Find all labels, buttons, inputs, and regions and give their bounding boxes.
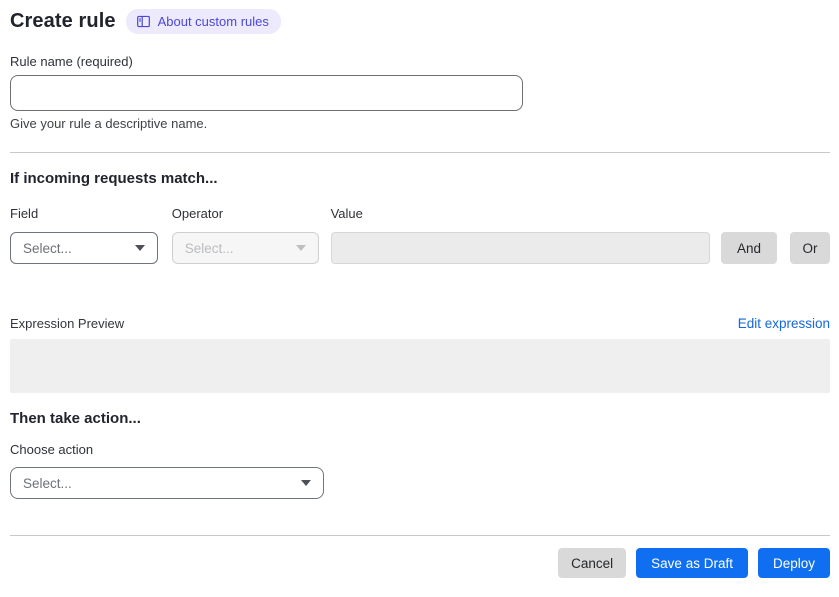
and-button[interactable]: And — [721, 232, 777, 264]
section-divider — [10, 152, 830, 153]
rule-name-section: Rule name (required) Give your rule a de… — [10, 54, 830, 131]
chevron-down-icon — [295, 245, 306, 251]
match-section-heading: If incoming requests match... — [10, 170, 218, 187]
about-custom-rules-label: About custom rules — [157, 13, 269, 29]
book-icon — [136, 14, 151, 29]
footer-divider — [10, 535, 830, 536]
field-select-placeholder: Select... — [23, 240, 72, 256]
action-select[interactable]: Select... — [10, 467, 324, 499]
or-button[interactable]: Or — [790, 232, 830, 264]
operator-column: Operator Select... — [171, 206, 319, 264]
expression-preview-header: Expression Preview Edit expression — [10, 316, 830, 331]
action-section-heading: Then take action... — [10, 410, 141, 427]
connector-buttons: And Or — [721, 232, 830, 264]
operator-select-placeholder: Select... — [184, 240, 234, 256]
expression-preview-box — [10, 339, 830, 393]
field-label: Field — [10, 206, 39, 221]
field-select[interactable]: Select... — [10, 232, 158, 264]
chevron-down-icon — [301, 480, 311, 486]
cancel-button[interactable]: Cancel — [558, 548, 627, 578]
choose-action-label: Choose action — [10, 442, 94, 457]
edit-expression-link[interactable]: Edit expression — [738, 316, 830, 331]
chevron-down-icon — [134, 245, 145, 251]
field-column: Field Select... — [10, 206, 158, 264]
operator-select: Select... — [171, 232, 319, 264]
value-column: Value — [330, 206, 710, 264]
expression-preview-label: Expression Preview — [10, 316, 125, 331]
match-controls-row: Field Select... Operator Select... Value… — [10, 206, 830, 264]
deploy-button[interactable]: Deploy — [757, 548, 830, 578]
rule-name-helper: Give your rule a descriptive name. — [10, 116, 208, 131]
footer-actions: Cancel Save as Draft Deploy — [10, 548, 830, 578]
page-title: Create rule — [10, 9, 116, 32]
rule-name-input[interactable] — [10, 75, 523, 111]
about-custom-rules-badge[interactable]: About custom rules — [125, 8, 281, 34]
value-label: Value — [330, 206, 363, 221]
operator-label: Operator — [171, 206, 224, 221]
rule-name-label: Rule name (required) — [10, 54, 133, 69]
action-select-placeholder: Select... — [23, 475, 72, 491]
value-input — [330, 232, 710, 264]
create-rule-page: Create rule About custom rules Rule name… — [0, 0, 839, 597]
save-as-draft-button[interactable]: Save as Draft — [636, 548, 748, 578]
header: Create rule About custom rules — [10, 8, 830, 34]
